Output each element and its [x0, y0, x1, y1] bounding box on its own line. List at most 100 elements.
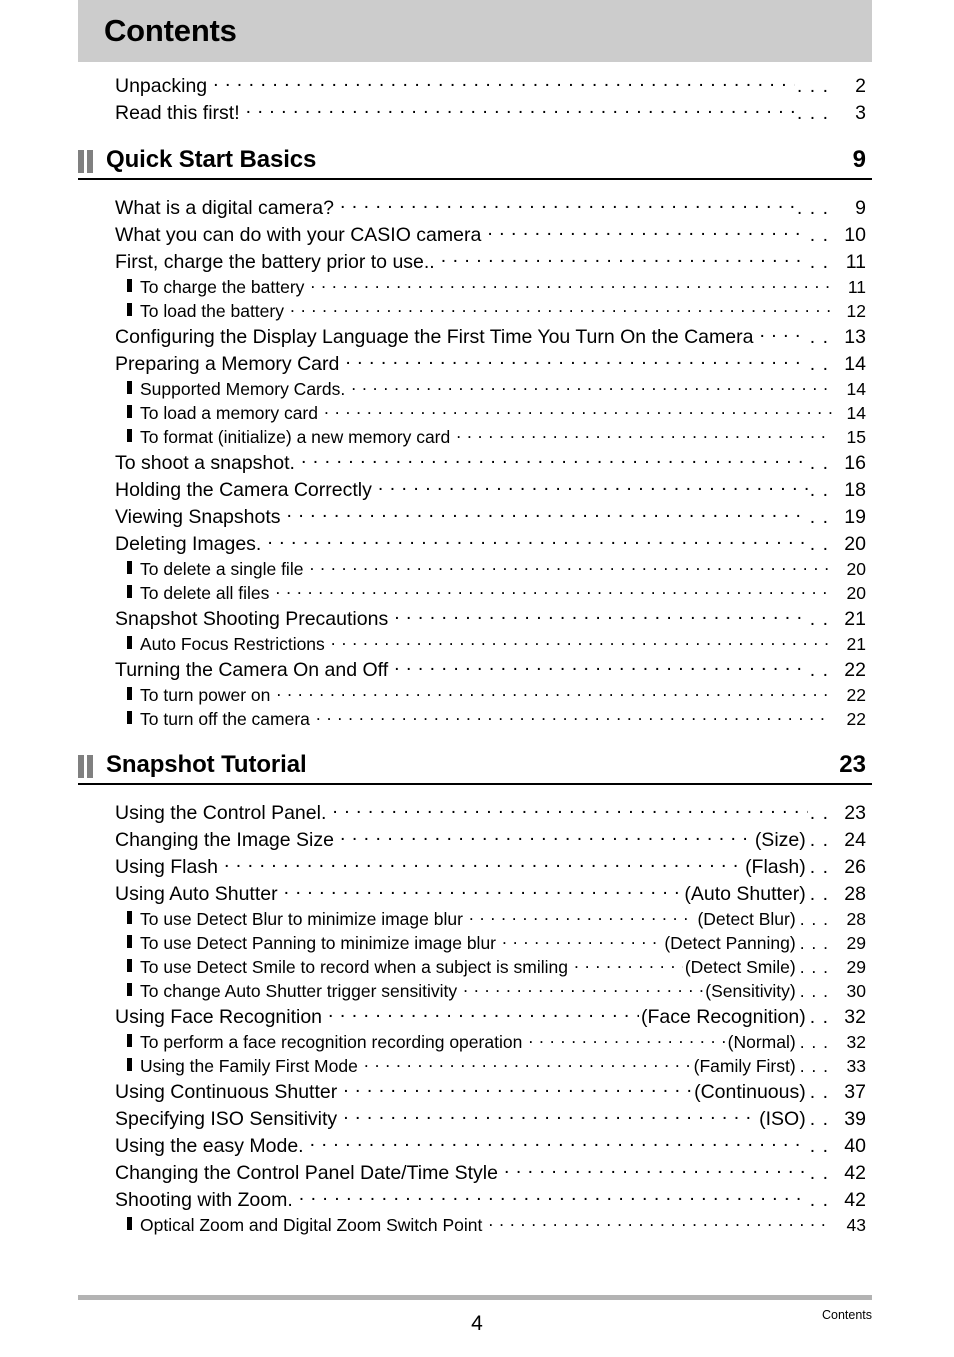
toc-entry-page-number: 22 [846, 684, 866, 705]
toc-entry[interactable]: Changing the Image Size (Size). . 24 [78, 826, 872, 853]
toc-entry[interactable]: To load the battery 12 [78, 299, 872, 323]
toc-entry-label: Specifying ISO Sensitivity [115, 1107, 338, 1130]
toc-entry[interactable]: What you can do with your CASIO camera . … [78, 221, 872, 248]
toc-entry-page-number: 43 [846, 1214, 866, 1235]
toc-entry[interactable]: Configuring the Display Language the Fir… [78, 323, 872, 350]
bar-bullet-icon [127, 635, 132, 649]
toc-entry-label: Changing the Control Panel Date/Time Sty… [115, 1161, 498, 1184]
toc-entry[interactable]: Using Face Recognition (Face Recognition)… [78, 1003, 872, 1030]
toc-entry-page-number: 20 [846, 582, 866, 603]
toc-entry[interactable]: To change Auto Shutter trigger sensitivi… [78, 979, 872, 1003]
toc-entry[interactable]: Using the Family First Mode (Family First… [78, 1054, 872, 1078]
toc-entry-page-number: 30 [846, 980, 866, 1001]
bar-bullet-icon [127, 982, 132, 996]
toc-entry[interactable]: To turn off the camera 22 [78, 707, 872, 731]
dot-leader [290, 299, 832, 317]
section-rule [78, 178, 872, 180]
dot-leader [378, 476, 808, 496]
toc-entry[interactable]: Viewing Snapshots . . 19 [78, 503, 872, 530]
toc-entry-suffix: (Flash) [745, 855, 806, 878]
toc-entry-page-number: 11 [847, 276, 866, 297]
dot-leader [528, 1030, 725, 1048]
toc-entry-page-number: 42 [844, 1161, 866, 1184]
toc-entry-label: Read this first! [115, 101, 240, 124]
trailing-dots: . . [809, 658, 829, 681]
dot-leader [343, 1105, 757, 1125]
dot-leader [574, 955, 683, 973]
dot-leader [469, 907, 696, 925]
toc-entry-label: What is a digital camera? [115, 196, 334, 219]
toc-entry-intro[interactable]: Unpacking . . . 2 [78, 72, 872, 99]
toc-entry-page-number: 2 [855, 74, 866, 97]
toc-entry-page-number: 21 [844, 607, 866, 630]
toc-entry-label: To load a memory card [140, 402, 318, 423]
toc-entry[interactable]: Deleting Images. . . 20 [78, 530, 872, 557]
bar-bullet-icon [127, 958, 132, 972]
toc-entry-page-number: 19 [844, 505, 866, 528]
contents-header-band: Contents [78, 0, 872, 62]
toc-entry[interactable]: What is a digital camera? . . . 9 [78, 194, 872, 221]
toc-entry[interactable]: To shoot a snapshot. . . 16 [78, 449, 872, 476]
dot-leader [309, 557, 832, 575]
toc-entry-suffix: (Detect Blur) [697, 908, 796, 929]
toc-entry[interactable]: Turning the Camera On and Off . . 22 [78, 656, 872, 683]
toc-entry-label: To perform a face recognition recording … [140, 1031, 523, 1052]
toc-entry[interactable]: To turn power on 22 [78, 683, 872, 707]
toc-entry-label: To turn off the camera [140, 708, 310, 729]
double-bar-icon [78, 149, 95, 173]
toc-entry[interactable]: To load a memory card 14 [78, 401, 872, 425]
toc-entry-label: Turning the Camera On and Off [115, 658, 389, 681]
bar-bullet-icon [127, 1216, 132, 1230]
toc-entry[interactable]: To charge the battery 11 [78, 275, 872, 299]
toc-entry[interactable]: Preparing a Memory Card . . 14 [78, 350, 872, 377]
toc-entry[interactable]: Specifying ISO Sensitivity (ISO). . 39 [78, 1105, 872, 1132]
toc-entry[interactable]: Snapshot Shooting Precautions . . 21 [78, 605, 872, 632]
toc-section-heading[interactable]: Snapshot Tutorial 23 [78, 747, 872, 785]
toc-entry[interactable]: To format (initialize) a new memory card… [78, 425, 872, 449]
toc-entry[interactable]: Using Flash (Flash). . 26 [78, 853, 872, 880]
trailing-dots: . . [809, 532, 829, 555]
toc-entry[interactable]: First, charge the battery prior to use..… [78, 248, 872, 275]
toc-entry-page-number: 13 [844, 325, 866, 348]
dot-leader [364, 1054, 692, 1072]
dot-leader [463, 979, 703, 997]
trailing-dots: . . [809, 855, 829, 878]
toc-entry-label: Snapshot Shooting Precautions [115, 607, 389, 630]
toc-entry[interactable]: Optical Zoom and Digital Zoom Switch Poi… [78, 1213, 872, 1237]
toc-entry[interactable]: Supported Memory Cards. 14 [78, 377, 872, 401]
bar-bullet-icon [127, 686, 132, 700]
trailing-dots: . . [809, 882, 829, 905]
toc-entry-label: Using Face Recognition [115, 1005, 323, 1028]
bar-bullet-icon [127, 934, 132, 948]
toc-entry-label: Using Flash [115, 855, 218, 878]
toc-entry[interactable]: To use Detect Panning to minimize image … [78, 931, 872, 955]
toc-entry-intro[interactable]: Read this first! . . . 3 [78, 99, 872, 126]
toc-entry-suffix: (Family First) [693, 1055, 796, 1076]
toc-entry-suffix: (Size) [754, 828, 806, 851]
toc-entry[interactable]: To use Detect Smile to record when a sub… [78, 955, 872, 979]
page-title: Contents [104, 13, 237, 48]
toc-entry[interactable]: Using the Control Panel. . . 23 [78, 799, 872, 826]
dot-leader [332, 799, 807, 819]
toc-entry[interactable]: Changing the Control Panel Date/Time Sty… [78, 1159, 872, 1186]
dot-leader [456, 425, 832, 443]
toc-entry-page-number: 18 [844, 478, 866, 501]
toc-entry[interactable]: To use Detect Blur to minimize image blu… [78, 907, 872, 931]
trailing-dots: . . . [799, 980, 829, 1001]
toc-entry-page-number: 26 [844, 855, 866, 878]
toc-entry[interactable]: Holding the Camera Correctly . . 18 [78, 476, 872, 503]
toc-entry-suffix: (ISO) [759, 1107, 806, 1130]
toc-section-heading[interactable]: Quick Start Basics 9 [78, 142, 872, 180]
toc-entry[interactable]: Using the easy Mode. . . 40 [78, 1132, 872, 1159]
toc-entry[interactable]: To perform a face recognition recording … [78, 1030, 872, 1054]
toc-entry[interactable]: To delete all files 20 [78, 581, 872, 605]
toc-entry-page-number: 15 [846, 426, 866, 447]
toc-entry[interactable]: To delete a single file 20 [78, 557, 872, 581]
dot-leader [310, 275, 832, 293]
toc-entry[interactable]: Shooting with Zoom. . . 42 [78, 1186, 872, 1213]
toc-entry-suffix: (Sensitivity) [705, 980, 796, 1001]
toc-entry-label: Optical Zoom and Digital Zoom Switch Poi… [140, 1214, 483, 1235]
toc-entry[interactable]: Using Auto Shutter (Auto Shutter). . 28 [78, 880, 872, 907]
toc-entry[interactable]: Auto Focus Restrictions 21 [78, 632, 872, 656]
toc-entry[interactable]: Using Continuous Shutter (Continuous). . 3… [78, 1078, 872, 1105]
